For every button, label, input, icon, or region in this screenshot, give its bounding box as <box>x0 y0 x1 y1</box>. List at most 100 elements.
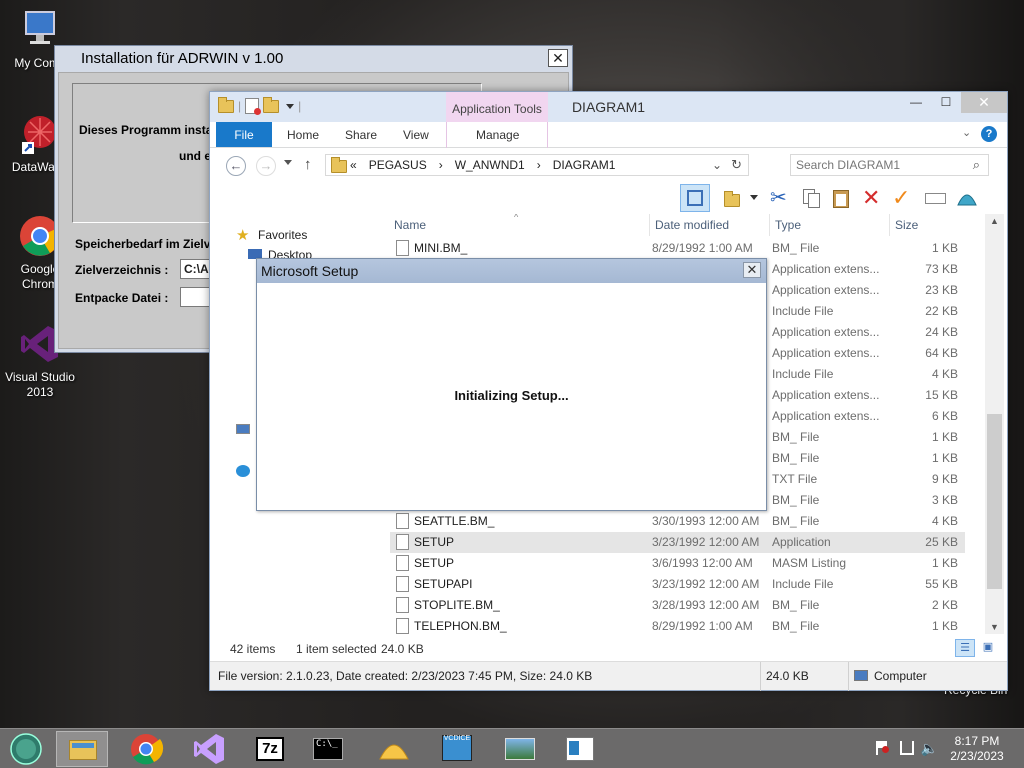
item-count: 42 items <box>230 642 276 656</box>
large-icons-view-button[interactable]: ▣ <box>978 639 998 657</box>
network-nav-icon[interactable] <box>236 465 250 477</box>
file-type: BM_ File <box>772 241 820 255</box>
address-bar[interactable]: « PEGASUS › W_ANWND1 › DIAGRAM1 ⌄ ↻ <box>325 154 749 176</box>
adrwin-description-line1: Dieses Programm instal <box>79 123 216 137</box>
adrwin-dest-label: Zielverzeichnis : <box>75 263 169 277</box>
vcdice-icon[interactable]: VCDICE <box>430 731 482 767</box>
delete-icon[interactable]: ✕ <box>862 187 884 209</box>
column-name[interactable]: Name <box>394 218 426 232</box>
chevron-down-icon[interactable] <box>750 187 758 209</box>
paste-icon[interactable] <box>830 187 852 209</box>
back-button[interactable]: ← <box>226 156 246 176</box>
shell-icon[interactable] <box>368 731 420 767</box>
file-size: 6 KB <box>931 409 958 423</box>
adrwin-description-line2: und e <box>179 149 211 163</box>
file-size: 3 KB <box>931 493 958 507</box>
computer-icon <box>854 670 868 681</box>
flag-icon[interactable] <box>876 741 889 755</box>
photo-viewer-icon[interactable] <box>494 731 546 767</box>
file-size: 64 KB <box>925 346 958 360</box>
table-row[interactable]: TELEPHON.BM_ 8/29/1992 1:00 AM BM_ File 1 K… <box>390 616 965 634</box>
volume-icon[interactable]: 🔈 <box>921 740 938 757</box>
tab-file[interactable]: File <box>216 122 272 147</box>
setup-close-button[interactable]: ✕ <box>743 262 761 278</box>
breadcrumb-w-anwnd1[interactable]: W_ANWND1 <box>455 158 525 172</box>
document-icon[interactable] <box>554 731 606 767</box>
application-tools-tab[interactable]: Application Tools <box>446 92 548 122</box>
file-size-text: 24.0 KB <box>766 669 809 683</box>
column-date-modified[interactable]: Date modified <box>655 218 729 232</box>
vertical-scrollbar[interactable]: ▲ ▼ <box>985 214 1004 634</box>
column-type[interactable]: Type <box>775 218 801 232</box>
address-folder-icon <box>331 157 347 173</box>
help-icon[interactable]: ? <box>981 126 997 142</box>
scrollbar-thumb[interactable] <box>987 414 1002 589</box>
breadcrumb-diagram1[interactable]: DIAGRAM1 <box>553 158 616 172</box>
cut-icon[interactable]: ✂ <box>770 187 792 209</box>
quick-access-toolbar: | | <box>218 96 301 115</box>
table-row[interactable]: MINI.BM_ 8/29/1992 1:00 AM BM_ File 1 KB <box>390 238 965 259</box>
file-icon <box>396 513 409 529</box>
start-orb-icon[interactable] <box>2 731 50 767</box>
chevron-down-icon[interactable] <box>286 103 295 109</box>
up-arrow-icon[interactable]: ↑ <box>304 156 312 173</box>
breadcrumb-separator[interactable]: › <box>439 158 443 172</box>
file-date: 3/6/1993 12:00 AM <box>652 556 753 570</box>
tab-home[interactable]: Home <box>287 122 319 147</box>
table-row[interactable]: SEATTLE.BM_ 3/30/1993 12:00 AM BM_ File 4 K… <box>390 511 965 532</box>
forward-button[interactable]: → <box>256 156 276 176</box>
new-folder-icon[interactable] <box>263 96 280 113</box>
network-icon[interactable] <box>900 741 914 755</box>
shell-icon[interactable] <box>956 187 978 209</box>
table-row[interactable]: SETUP 3/23/1992 12:00 AM Application 25 KB <box>390 532 965 553</box>
chrome-icon[interactable] <box>120 731 172 767</box>
copy-icon[interactable] <box>800 187 822 209</box>
close-button[interactable]: ✕ <box>961 92 1007 113</box>
table-row[interactable]: SETUPAPI 3/23/1992 12:00 AM Include File 55… <box>390 574 965 595</box>
file-size: 73 KB <box>925 262 958 276</box>
7zip-icon[interactable]: 7z <box>244 731 296 767</box>
file-type: Application extens... <box>772 346 880 360</box>
adrwin-close-button[interactable]: ✕ <box>548 49 568 67</box>
file-name: MINI.BM_ <box>414 241 468 255</box>
scroll-down-icon[interactable]: ▼ <box>990 622 999 632</box>
breadcrumb-pegasus[interactable]: PEGASUS <box>369 158 427 172</box>
clock[interactable]: 8:17 PM 2/23/2023 <box>942 734 1012 764</box>
file-date: 3/23/1992 12:00 AM <box>652 535 760 549</box>
breadcrumb-separator[interactable]: › <box>537 158 541 172</box>
column-size[interactable]: Size <box>895 218 918 232</box>
file-icon <box>396 576 409 592</box>
file-size: 15 KB <box>925 388 958 402</box>
tab-view[interactable]: View <box>403 122 429 147</box>
nav-favorites[interactable]: Favorites <box>258 228 307 242</box>
minimize-button[interactable]: — <box>901 92 931 113</box>
preview-pane-icon[interactable] <box>680 184 710 212</box>
breadcrumb-overflow[interactable]: « <box>350 158 357 172</box>
details-view-button[interactable]: ☰ <box>955 639 975 657</box>
properties-toolbar-icon[interactable] <box>722 187 744 209</box>
tab-share[interactable]: Share <box>345 122 377 147</box>
file-type: Application <box>772 535 831 549</box>
file-type: Include File <box>772 304 834 318</box>
file-type: TXT File <box>772 472 818 486</box>
check-icon[interactable]: ✓ <box>892 187 914 209</box>
visual-studio-icon[interactable] <box>182 731 234 767</box>
scroll-up-icon[interactable]: ▲ <box>990 216 999 226</box>
search-input[interactable]: Search DIAGRAM1 ⌕ <box>790 154 989 176</box>
recent-locations-icon[interactable] <box>284 160 292 165</box>
rename-icon[interactable] <box>924 187 946 209</box>
file-date: 3/30/1993 12:00 AM <box>652 514 760 528</box>
file-explorer-icon[interactable] <box>56 731 108 767</box>
command-prompt-icon[interactable]: C:\_ <box>302 731 354 767</box>
properties-icon[interactable] <box>245 98 262 115</box>
ribbon-expand-icon[interactable]: ⌄ <box>962 126 971 139</box>
computer-nav-icon[interactable] <box>236 424 250 434</box>
file-name: SETUPAPI <box>414 577 473 591</box>
file-size: 1 KB <box>931 451 958 465</box>
refresh-icon[interactable]: ↻ <box>731 157 742 173</box>
maximize-button[interactable]: ☐ <box>931 92 961 113</box>
table-row[interactable]: SETUP 3/6/1993 12:00 AM MASM Listing 1 KB <box>390 553 965 574</box>
file-size: 24 KB <box>925 325 958 339</box>
address-dropdown-icon[interactable]: ⌄ <box>712 158 722 172</box>
table-row[interactable]: STOPLITE.BM_ 3/28/1993 12:00 AM BM_ File 2 … <box>390 595 965 616</box>
